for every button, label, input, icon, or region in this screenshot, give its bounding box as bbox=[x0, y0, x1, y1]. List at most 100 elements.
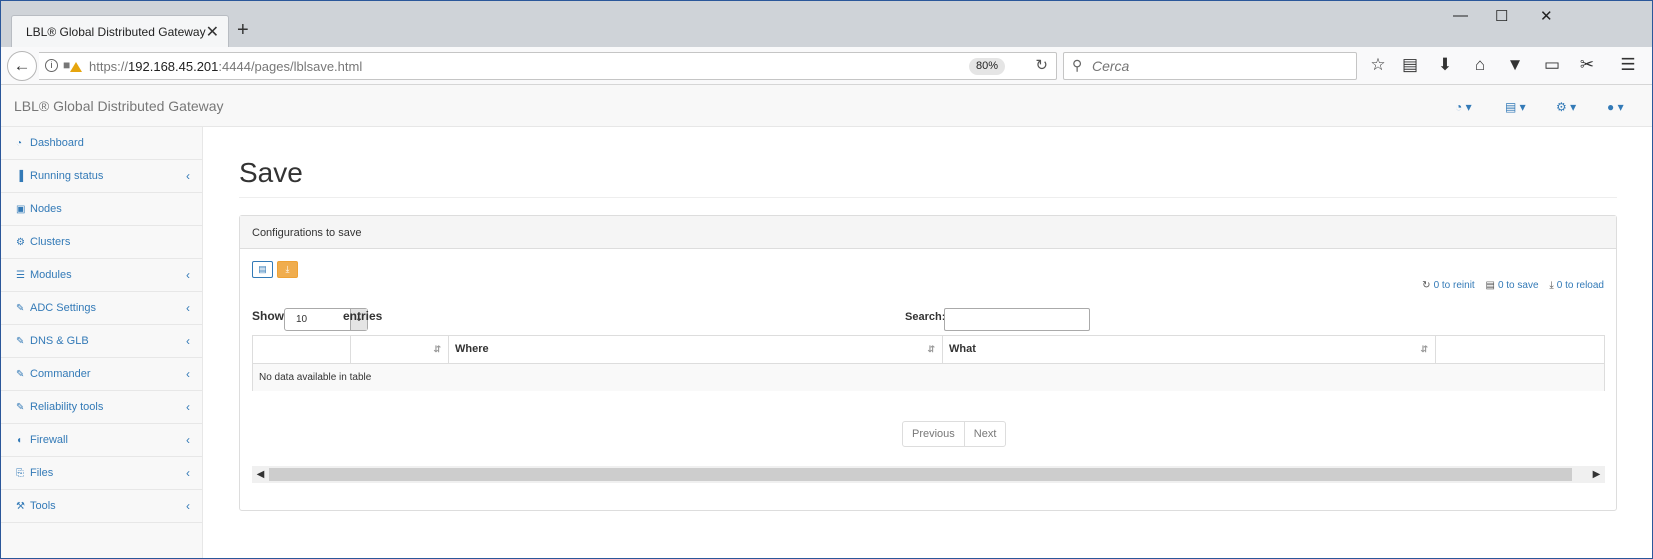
chevron-left-icon: ‹ bbox=[186, 466, 190, 480]
sidebar-item-label: Commander bbox=[30, 368, 91, 380]
panel-heading: Configurations to save bbox=[240, 216, 1616, 249]
pagination: Previous Next bbox=[902, 421, 1007, 447]
column-header-what[interactable]: What ⇵ bbox=[943, 336, 1436, 363]
edit-icon: ✎ bbox=[16, 303, 25, 314]
browser-search-box[interactable]: ⚲ bbox=[1063, 52, 1357, 80]
reload-icon[interactable]: ↻ bbox=[1035, 56, 1048, 74]
sidebar-item-dns-glb[interactable]: ✎ DNS & GLB ‹ bbox=[1, 325, 202, 358]
column-header-where[interactable]: Where ⇵ bbox=[449, 336, 943, 363]
download-icon: ⤓ bbox=[1549, 280, 1554, 291]
cube-icon: ▣ bbox=[16, 204, 26, 215]
chevron-left-icon: ‹ bbox=[186, 499, 190, 513]
reinit-counter[interactable]: 0 to reinit bbox=[1434, 280, 1475, 291]
sidebar-item-nodes[interactable]: ▣ Nodes bbox=[1, 193, 202, 226]
menu-icon[interactable]: ☰ bbox=[1617, 55, 1639, 75]
reload-counter[interactable]: 0 to reload bbox=[1557, 280, 1604, 291]
sidebar-item-label: Reliability tools bbox=[30, 401, 104, 413]
sort-icon: ⇵ bbox=[433, 344, 441, 354]
sidebar-item-commander[interactable]: ✎ Commander ‹ bbox=[1, 358, 202, 391]
browser-search-input[interactable] bbox=[1092, 57, 1342, 75]
app-header: LBL® Global Distributed Gateway ◔ ▾ ▤ ▾ … bbox=[1, 85, 1652, 127]
tab-title: LBL® Global Distributed Gateway bbox=[26, 25, 206, 39]
info-icon[interactable]: i bbox=[45, 59, 58, 72]
sidebar-item-firewall[interactable]: ◖ Firewall ‹ bbox=[1, 424, 202, 457]
download-icon[interactable]: ⬇ bbox=[1434, 55, 1456, 75]
search-label: Search: bbox=[905, 311, 946, 323]
files-icon: ⎘ bbox=[16, 468, 24, 479]
sidebar-item-reliability-tools[interactable]: ✎ Reliability tools ‹ bbox=[1, 391, 202, 424]
reading-list-icon[interactable]: ▤ bbox=[1399, 55, 1421, 75]
next-button[interactable]: Next bbox=[963, 422, 1006, 446]
settings-dropdown-icon[interactable]: ⚙ ▾ bbox=[1556, 100, 1576, 114]
library-icon[interactable]: ▭ bbox=[1541, 55, 1563, 75]
close-window-icon[interactable]: ✕ bbox=[1540, 7, 1553, 25]
dashboard-dropdown-icon[interactable]: ◔ ▾ bbox=[1455, 100, 1472, 114]
sidebar-item-label: DNS & GLB bbox=[30, 335, 89, 347]
refresh-icon: ↻ bbox=[1422, 280, 1431, 291]
table-search-input[interactable] bbox=[944, 308, 1090, 331]
main-content: Save Configurations to save ▤ ⤓ ↻ 0 to re… bbox=[204, 127, 1652, 558]
maximize-icon[interactable]: ☐ bbox=[1495, 7, 1508, 25]
scroll-left-icon[interactable]: ◀ bbox=[252, 466, 269, 483]
pocket-icon[interactable]: ▼ bbox=[1504, 55, 1526, 75]
edit-icon: ✎ bbox=[16, 336, 25, 347]
horizontal-scrollbar[interactable]: ◀ ▶ bbox=[252, 466, 1605, 483]
sidebar-item-dashboard[interactable]: ◔ Dashboard bbox=[1, 127, 202, 160]
scrollbar-thumb[interactable] bbox=[269, 468, 1572, 481]
show-label: Show bbox=[252, 309, 284, 323]
sort-icon: ⇵ bbox=[1420, 344, 1428, 354]
chevron-left-icon: ‹ bbox=[186, 334, 190, 348]
chevron-left-icon: ‹ bbox=[186, 301, 190, 315]
sidebar-item-clusters[interactable]: ⚙ Clusters bbox=[1, 226, 202, 259]
save-dropdown-icon[interactable]: ▤ ▾ bbox=[1505, 100, 1526, 114]
chevron-left-icon: ‹ bbox=[186, 169, 190, 183]
wrench-icon: ⚒ bbox=[16, 501, 25, 512]
entries-value: 10 bbox=[296, 314, 308, 325]
list-icon: ☰ bbox=[16, 270, 25, 281]
previous-button[interactable]: Previous bbox=[903, 422, 964, 446]
column-header[interactable] bbox=[1436, 336, 1604, 363]
chevron-left-icon: ‹ bbox=[186, 433, 190, 447]
new-tab-icon[interactable]: + bbox=[237, 19, 249, 42]
scroll-right-icon[interactable]: ▶ bbox=[1588, 466, 1605, 483]
browser-tab[interactable]: LBL® Global Distributed Gateway ✕ bbox=[11, 15, 229, 47]
sidebar-item-running-status[interactable]: ▐ Running status ‹ bbox=[1, 160, 202, 193]
empty-table-message: No data available in table bbox=[253, 364, 1604, 391]
url-text[interactable]: https://192.168.45.201:4444/pages/lblsav… bbox=[89, 59, 362, 74]
column-header[interactable]: ⇵ bbox=[351, 336, 449, 363]
navigation-bar: ← i ■ https://192.168.45.201:4444/pages/… bbox=[1, 47, 1652, 85]
sidebar-item-label: Files bbox=[30, 467, 54, 479]
home-icon[interactable]: ⌂ bbox=[1469, 55, 1491, 75]
app-brand[interactable]: LBL® Global Distributed Gateway bbox=[14, 98, 224, 114]
status-counters: ↻ 0 to reinit ▤ 0 to save ⤓ 0 to reload bbox=[1422, 280, 1604, 291]
user-dropdown-icon[interactable]: ● ▾ bbox=[1607, 100, 1624, 114]
download-button[interactable]: ⤓ bbox=[277, 261, 298, 278]
shield-icon: ◖ bbox=[16, 435, 23, 446]
sidebar-item-label: Nodes bbox=[30, 203, 62, 215]
edit-icon: ✎ bbox=[16, 369, 25, 380]
sidebar-item-modules[interactable]: ☰ Modules ‹ bbox=[1, 259, 202, 292]
sidebar-item-tools[interactable]: ⚒ Tools ‹ bbox=[1, 490, 202, 523]
column-header[interactable] bbox=[253, 336, 351, 363]
sidebar-item-files[interactable]: ⎘ Files ‹ bbox=[1, 457, 202, 490]
chevron-left-icon: ‹ bbox=[186, 400, 190, 414]
screenshot-icon[interactable]: ✂ bbox=[1576, 55, 1598, 75]
sidebar-item-label: Clusters bbox=[30, 236, 71, 248]
star-icon[interactable]: ☆ bbox=[1367, 55, 1389, 75]
minimize-icon[interactable]: — bbox=[1453, 7, 1468, 24]
address-bar[interactable]: i ■ https://192.168.45.201:4444/pages/lb… bbox=[39, 52, 1057, 80]
data-table: ⇵ Where ⇵ What ⇵ No data available in tabl… bbox=[252, 335, 1605, 391]
page-title: Save bbox=[239, 157, 303, 188]
save-button[interactable]: ▤ bbox=[252, 261, 273, 278]
dashboard-icon: ◔ bbox=[16, 138, 23, 149]
zoom-indicator[interactable]: 80% bbox=[969, 58, 1006, 75]
configurations-panel: Configurations to save ▤ ⤓ ↻ 0 to reinit … bbox=[239, 215, 1617, 511]
back-arrow-icon[interactable]: ← bbox=[7, 51, 37, 81]
sidebar-item-label: Tools bbox=[30, 500, 56, 512]
chevron-left-icon: ‹ bbox=[186, 367, 190, 381]
save-icon: ▤ bbox=[1485, 280, 1495, 291]
save-counter[interactable]: 0 to save bbox=[1498, 280, 1539, 291]
sidebar-item-label: Modules bbox=[30, 269, 72, 281]
close-tab-icon[interactable]: ✕ bbox=[206, 22, 219, 42]
sidebar-item-adc-settings[interactable]: ✎ ADC Settings ‹ bbox=[1, 292, 202, 325]
